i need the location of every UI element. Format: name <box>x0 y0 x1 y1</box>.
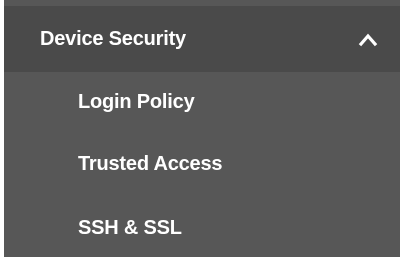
sidebar-item-login-policy[interactable]: Login Policy <box>4 72 400 132</box>
chevron-up-icon[interactable] <box>358 30 378 48</box>
sidebar-item-label: SSH & SSL <box>78 217 182 239</box>
sidebar-item-trusted-access[interactable]: Trusted Access <box>4 134 400 194</box>
section-device-security[interactable]: Device Security <box>4 6 400 72</box>
chevron-up-icon-svg <box>358 33 378 47</box>
section-title: Device Security <box>40 28 186 50</box>
sidebar-item-ssh-ssl[interactable]: SSH & SSL <box>4 198 400 258</box>
sidebar-panel: Device Security Login Policy Trusted Acc… <box>4 0 400 257</box>
sidebar-item-label: Trusted Access <box>78 153 223 175</box>
sidebar-item-label: Login Policy <box>78 91 195 113</box>
